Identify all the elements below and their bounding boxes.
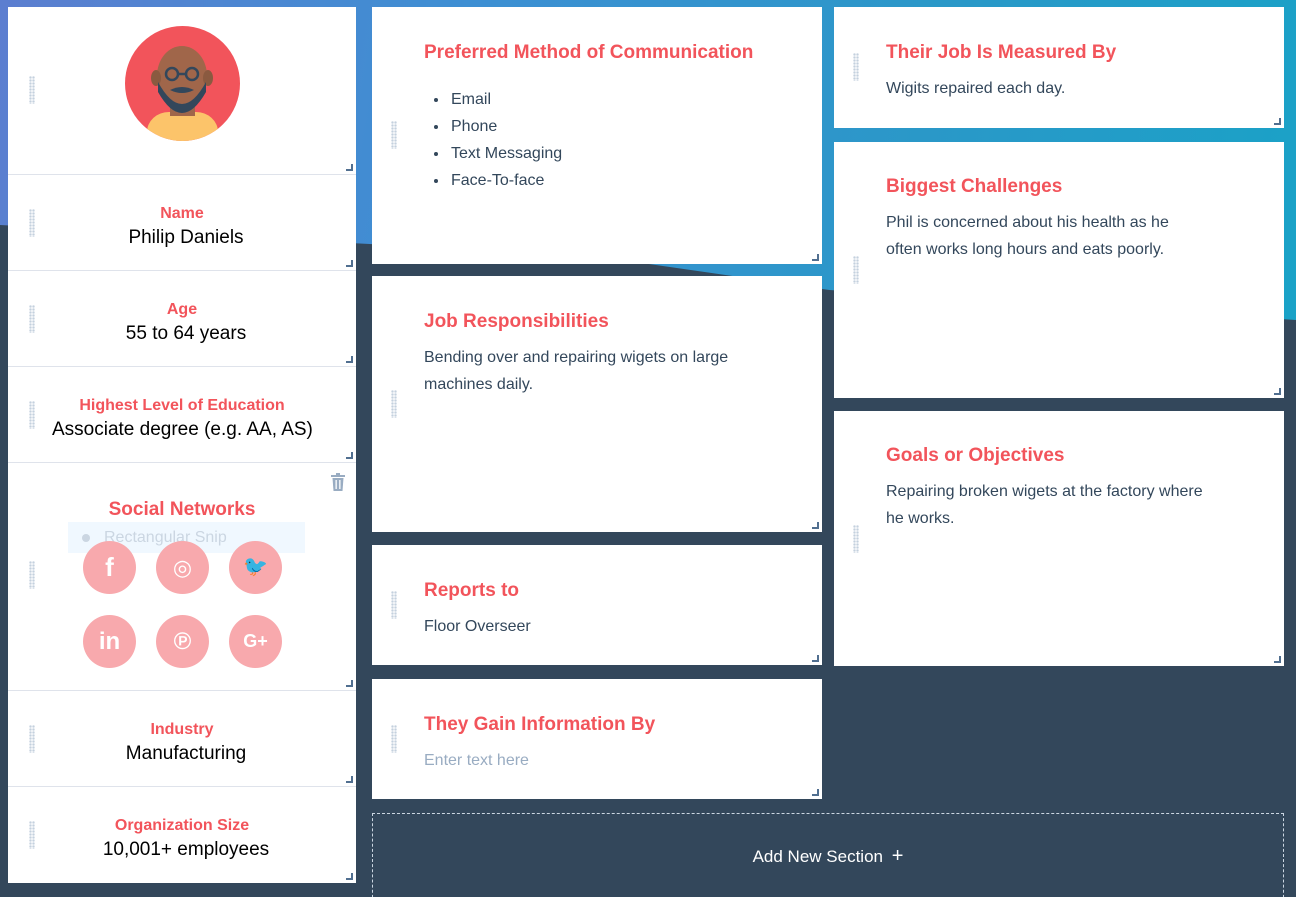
- section-title: Biggest Challenges: [886, 176, 1063, 197]
- drag-handle-icon[interactable]: [391, 390, 397, 418]
- resize-handle-icon[interactable]: [812, 655, 819, 662]
- section-text[interactable]: Floor Overseer: [424, 613, 764, 640]
- trash-icon[interactable]: [330, 473, 346, 496]
- section-title: Reports to: [424, 580, 519, 601]
- section-text[interactable]: Bending over and repairing wigets on lar…: [424, 344, 764, 398]
- org-size-label: Organization Size: [114, 817, 250, 834]
- field-industry[interactable]: Industry Manufacturing: [8, 691, 356, 787]
- section-title: Preferred Method of Communication: [424, 42, 754, 63]
- add-section-label: Add New Section: [752, 847, 883, 866]
- education-label: Highest Level of Education: [79, 397, 285, 414]
- profile-column: Name Philip Daniels Age 55 to 64 years H…: [8, 7, 356, 883]
- drag-handle-icon[interactable]: [29, 76, 35, 104]
- section-job-responsibilities[interactable]: Job Responsibilities Bending over and re…: [372, 276, 822, 532]
- drag-handle-icon[interactable]: [29, 561, 35, 589]
- section-job-measured-by[interactable]: Their Job Is Measured By Wigits repaired…: [834, 7, 1284, 128]
- field-age[interactable]: Age 55 to 64 years: [8, 271, 356, 367]
- resize-handle-icon[interactable]: [346, 776, 353, 783]
- field-name[interactable]: Name Philip Daniels: [8, 175, 356, 271]
- google-plus-icon[interactable]: G+: [229, 615, 282, 668]
- avatar[interactable]: [125, 26, 240, 141]
- resize-handle-icon[interactable]: [812, 789, 819, 796]
- social-icons-grid: f ◎ 🐦 in ℗ G+: [82, 541, 292, 681]
- avatar-illustration: [147, 46, 218, 141]
- section-title: Their Job Is Measured By: [886, 42, 1117, 63]
- section-communication[interactable]: Preferred Method of Communication Email …: [372, 7, 822, 264]
- section-text[interactable]: Repairing broken wigets at the factory w…: [886, 478, 1206, 532]
- section-gain-information[interactable]: They Gain Information By Enter text here: [372, 679, 822, 799]
- education-value[interactable]: Associate degree (e.g. AA, AS): [52, 419, 320, 441]
- linkedin-icon[interactable]: in: [83, 615, 136, 668]
- drag-handle-icon[interactable]: [391, 591, 397, 619]
- age-label: Age: [166, 301, 198, 318]
- resize-handle-icon[interactable]: [346, 164, 353, 171]
- resize-handle-icon[interactable]: [346, 452, 353, 459]
- resize-handle-icon[interactable]: [346, 260, 353, 267]
- section-title: Job Responsibilities: [424, 311, 609, 332]
- resize-handle-icon[interactable]: [1274, 118, 1281, 125]
- list-item: Email: [449, 86, 562, 113]
- pinterest-icon[interactable]: ℗: [156, 615, 209, 668]
- communication-list[interactable]: Email Phone Text Messaging Face-To-face: [449, 86, 562, 194]
- field-social-networks[interactable]: Social Networks Rectangular Snip f ◎ 🐦 i…: [8, 463, 356, 691]
- field-education[interactable]: Highest Level of Education Associate deg…: [8, 367, 356, 463]
- add-new-section-button[interactable]: Add New Section +: [372, 813, 1284, 897]
- facebook-icon[interactable]: f: [83, 541, 136, 594]
- resize-handle-icon[interactable]: [812, 254, 819, 261]
- org-size-value[interactable]: 10,001+ employees: [52, 839, 320, 861]
- resize-handle-icon[interactable]: [812, 522, 819, 529]
- drag-handle-icon[interactable]: [853, 53, 859, 81]
- drag-handle-icon[interactable]: [391, 121, 397, 149]
- section-title: They Gain Information By: [424, 714, 656, 735]
- industry-label: Industry: [150, 721, 214, 738]
- section-goals-objectives[interactable]: Goals or Objectives Repairing broken wig…: [834, 411, 1284, 666]
- avatar-field[interactable]: [8, 7, 356, 175]
- drag-handle-icon[interactable]: [853, 525, 859, 553]
- name-label: Name: [160, 205, 204, 222]
- instagram-icon[interactable]: ◎: [156, 541, 209, 594]
- list-item: Face-To-face: [449, 167, 562, 194]
- resize-handle-icon[interactable]: [346, 873, 353, 880]
- list-item: Phone: [449, 113, 562, 140]
- resize-handle-icon[interactable]: [346, 680, 353, 687]
- section-title: Goals or Objectives: [886, 445, 1065, 466]
- plus-icon: +: [891, 845, 904, 867]
- social-networks-label: Social Networks: [108, 499, 256, 520]
- section-biggest-challenges[interactable]: Biggest Challenges Phil is concerned abo…: [834, 142, 1284, 398]
- list-item: Text Messaging: [449, 140, 562, 167]
- section-text[interactable]: Wigits repaired each day.: [886, 75, 1226, 102]
- twitter-icon[interactable]: 🐦: [229, 541, 282, 594]
- section-text-placeholder[interactable]: Enter text here: [424, 747, 764, 774]
- section-text[interactable]: Phil is concerned about his health as he…: [886, 209, 1206, 263]
- resize-handle-icon[interactable]: [1274, 656, 1281, 663]
- resize-handle-icon[interactable]: [346, 356, 353, 363]
- drag-handle-icon[interactable]: [391, 725, 397, 753]
- field-organization-size[interactable]: Organization Size 10,001+ employees: [8, 787, 356, 883]
- resize-handle-icon[interactable]: [1274, 388, 1281, 395]
- section-reports-to[interactable]: Reports to Floor Overseer: [372, 545, 822, 665]
- name-value[interactable]: Philip Daniels: [52, 227, 320, 249]
- drag-handle-icon[interactable]: [853, 256, 859, 284]
- industry-value[interactable]: Manufacturing: [52, 743, 320, 765]
- age-value[interactable]: 55 to 64 years: [52, 323, 320, 345]
